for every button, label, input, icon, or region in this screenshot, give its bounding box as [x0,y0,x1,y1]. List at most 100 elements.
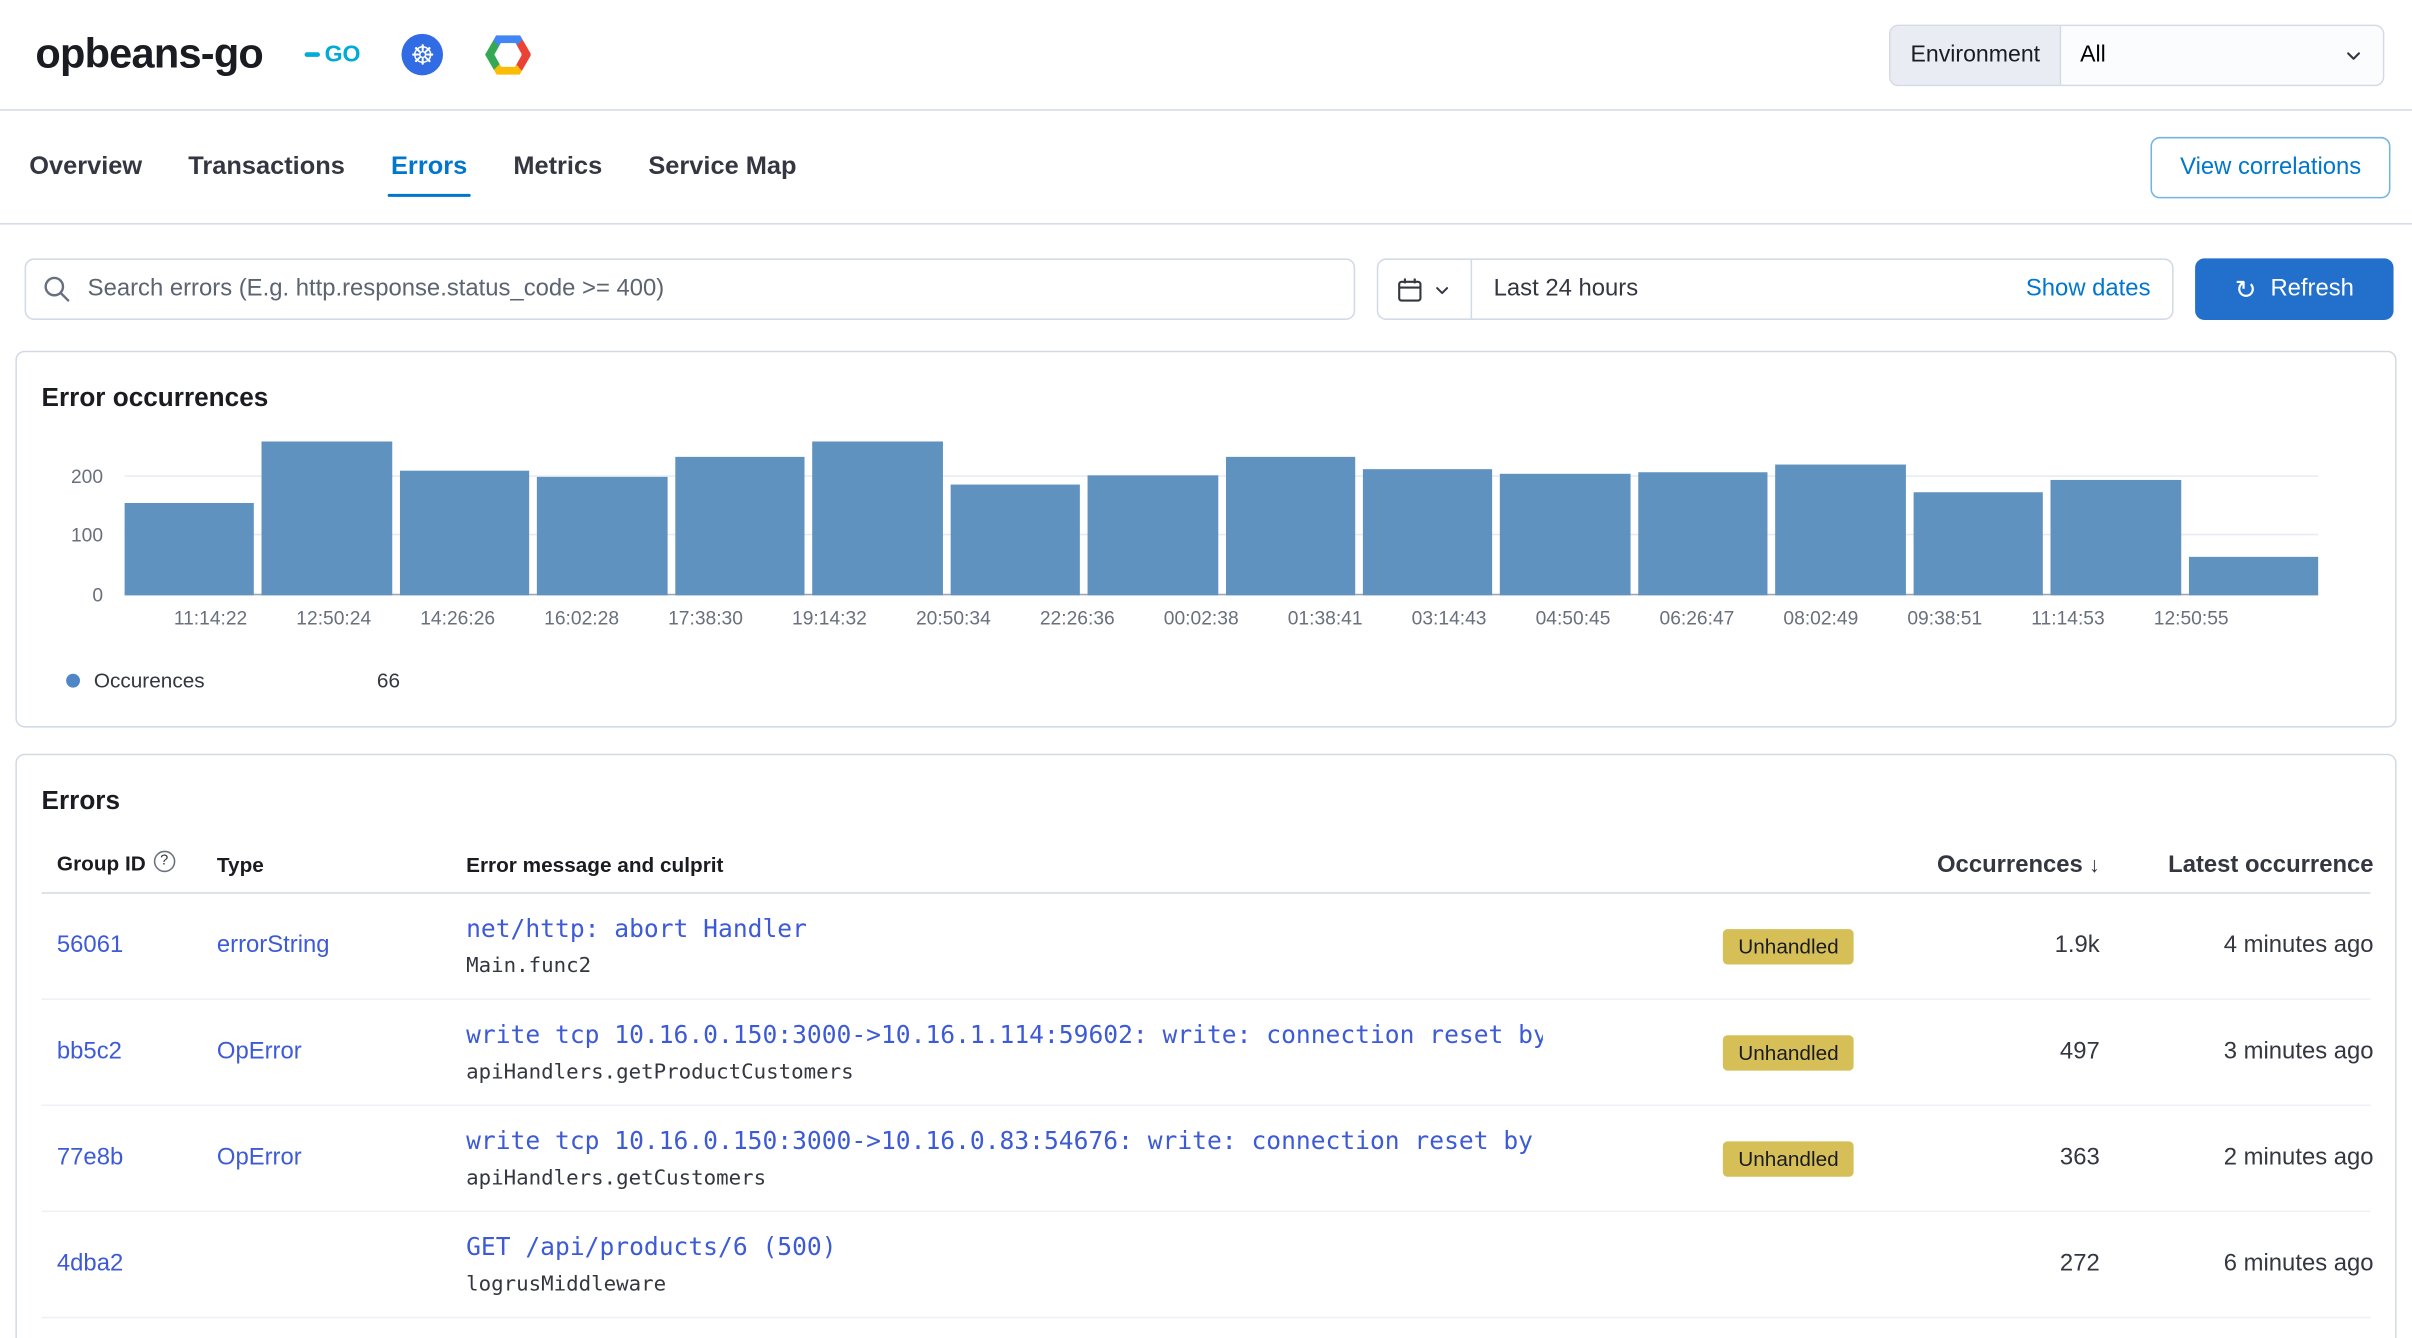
x-axis-label: 06:26:47 [1659,608,1734,630]
y-axis-label: 0 [92,585,103,607]
error-type-link[interactable]: errorString [217,932,330,958]
latest-occurrence: 3 minutes ago [2100,1038,2374,1066]
column-header-latest[interactable]: Latest occurrence [2100,851,2374,879]
page-title: opbeans-go [35,31,263,79]
legend-value: 66 [377,669,400,692]
occurrences-count: 497 [1869,1038,2100,1066]
column-header-message: Error message and culprit [466,854,1543,877]
tab-errors[interactable]: Errors [388,125,470,210]
x-axis-label: 19:14:32 [792,608,867,630]
error-row: 4dba2 GET /api/products/6 (500) logrusMidd… [42,1212,2371,1318]
x-axis-label: 04:50:45 [1536,608,1611,630]
environment-value: All [2080,42,2106,68]
errors-table-body: 56061 errorString net/http: abort Handler M… [42,894,2371,1319]
error-type-link[interactable]: OpError [217,1038,302,1064]
date-picker: Last 24 hours Show dates [1377,258,2174,320]
view-correlations-button[interactable]: View correlations [2151,136,2391,198]
tab-transactions[interactable]: Transactions [185,125,348,210]
service-tabs-bar: Overview Transactions Errors Metrics Service… [0,111,2412,225]
x-axis-label: 12:50:55 [2154,608,2229,630]
latest-occurrence: 2 minutes ago [2100,1144,2374,1172]
column-header-occurrences[interactable]: Occurrences↓ [1869,851,2100,879]
error-search-box [25,258,1356,320]
x-axis-label: 14:26:26 [420,608,495,630]
chevron-down-icon [1432,279,1452,299]
error-group-id-link[interactable]: 56061 [57,932,123,958]
occurrences-bar [675,457,805,595]
refresh-label: Refresh [2270,275,2353,303]
controls-row: Last 24 hours Show dates ↻ Refresh [25,258,2394,320]
environment-select[interactable]: All [2062,25,2383,83]
errors-table-header: Group ID? Type Error message and culprit… [42,838,2371,893]
occurrences-bar [950,485,1080,596]
error-message-link[interactable]: write tcp 10.16.0.150:3000->10.16.1.114:… [466,1020,1543,1049]
show-dates-link[interactable]: Show dates [2026,275,2172,303]
x-axis-label: 00:02:38 [1164,608,1239,630]
sort-down-icon: ↓ [2089,851,2100,876]
error-culprit: Main.func2 [466,954,1543,979]
x-axis-label: 12:50:24 [296,608,371,630]
search-icon [43,275,71,303]
environment-label: Environment [1891,25,2062,83]
error-group-id-link[interactable]: 4dba2 [57,1251,123,1277]
service-header: opbeans-go GO ☸ Environment All [0,0,2412,111]
refresh-icon: ↻ [2235,276,2257,302]
occurrences-bar [812,441,942,595]
y-axis-label: 100 [71,525,103,547]
occurrences-bar [2051,480,2181,595]
legend-dot-icon [66,674,80,688]
column-header-group-id: Group ID? [57,853,217,878]
error-group-id-link[interactable]: bb5c2 [57,1038,122,1064]
apm-service-errors-page: opbeans-go GO ☸ Environment All Overview… [0,0,2412,1338]
error-message-link[interactable]: GET /api/products/6 (500) [466,1232,1543,1261]
error-occurrences-panel: Error occurrences 0100200 11:14:22 12:50:… [15,351,2396,728]
help-icon: ? [153,850,175,872]
calendar-menu-button[interactable] [1378,260,1472,318]
service-title-group: opbeans-go GO ☸ [35,31,531,79]
column-header-type: Type [217,854,466,877]
error-type-link[interactable]: OpError [217,1144,302,1170]
error-culprit: apiHandlers.getCustomers [466,1166,1543,1191]
gcp-icon [485,35,531,75]
chart-title: Error occurrences [42,383,2371,414]
chart-bars [125,423,2319,595]
error-row: bb5c2 OpError write tcp 10.16.0.150:3000->… [42,1000,2371,1106]
error-group-id-link[interactable]: 77e8b [57,1144,123,1170]
occurrences-bar [400,471,530,596]
x-axis-label: 16:02:28 [544,608,619,630]
calendar-icon [1397,276,1423,302]
occurrences-bar [537,477,667,595]
occurrences-bar [1913,492,2043,595]
chevron-down-icon [2343,44,2365,66]
tab-overview[interactable]: Overview [26,125,145,210]
x-axis-label: 22:26:36 [1040,608,1115,630]
x-axis-label: 11:14:22 [174,608,247,630]
error-message-link[interactable]: write tcp 10.16.0.150:3000->10.16.0.83:5… [466,1126,1543,1155]
error-message-link[interactable]: net/http: abort Handler [466,914,1543,943]
errors-table-title: Errors [42,786,2371,817]
x-axis-label: 08:02:49 [1783,608,1858,630]
x-axis-label: 03:14:43 [1412,608,1487,630]
time-range-label[interactable]: Last 24 hours [1494,275,1639,303]
errors-table: Group ID? Type Error message and culprit… [42,838,2371,1318]
x-axis-label: 17:38:30 [668,608,743,630]
occurrences-bar [1225,457,1355,595]
error-row: 77e8b OpError write tcp 10.16.0.150:3000->… [42,1106,2371,1212]
error-culprit: logrusMiddleware [466,1272,1543,1297]
kubernetes-icon: ☸ [402,34,444,76]
error-culprit: apiHandlers.getProductCustomers [466,1060,1543,1085]
error-row: 56061 errorString net/http: abort Handler M… [42,894,2371,1000]
go-icon: GO [305,42,361,68]
refresh-button[interactable]: ↻ Refresh [2195,258,2393,320]
x-axis-label: 20:50:34 [916,608,991,630]
occurrences-chart: 0100200 [125,423,2319,595]
chart-legend[interactable]: Occurences 66 [66,669,2370,692]
occurrences-bar [2188,557,2318,595]
latest-occurrence: 4 minutes ago [2100,932,2374,960]
legend-label: Occurences [94,669,205,692]
x-axis-label: 11:14:53 [2031,608,2104,630]
search-input[interactable] [25,258,1356,320]
unhandled-badge: Unhandled [1723,1034,1854,1069]
tab-metrics[interactable]: Metrics [510,125,605,210]
tab-service-map[interactable]: Service Map [645,125,799,210]
